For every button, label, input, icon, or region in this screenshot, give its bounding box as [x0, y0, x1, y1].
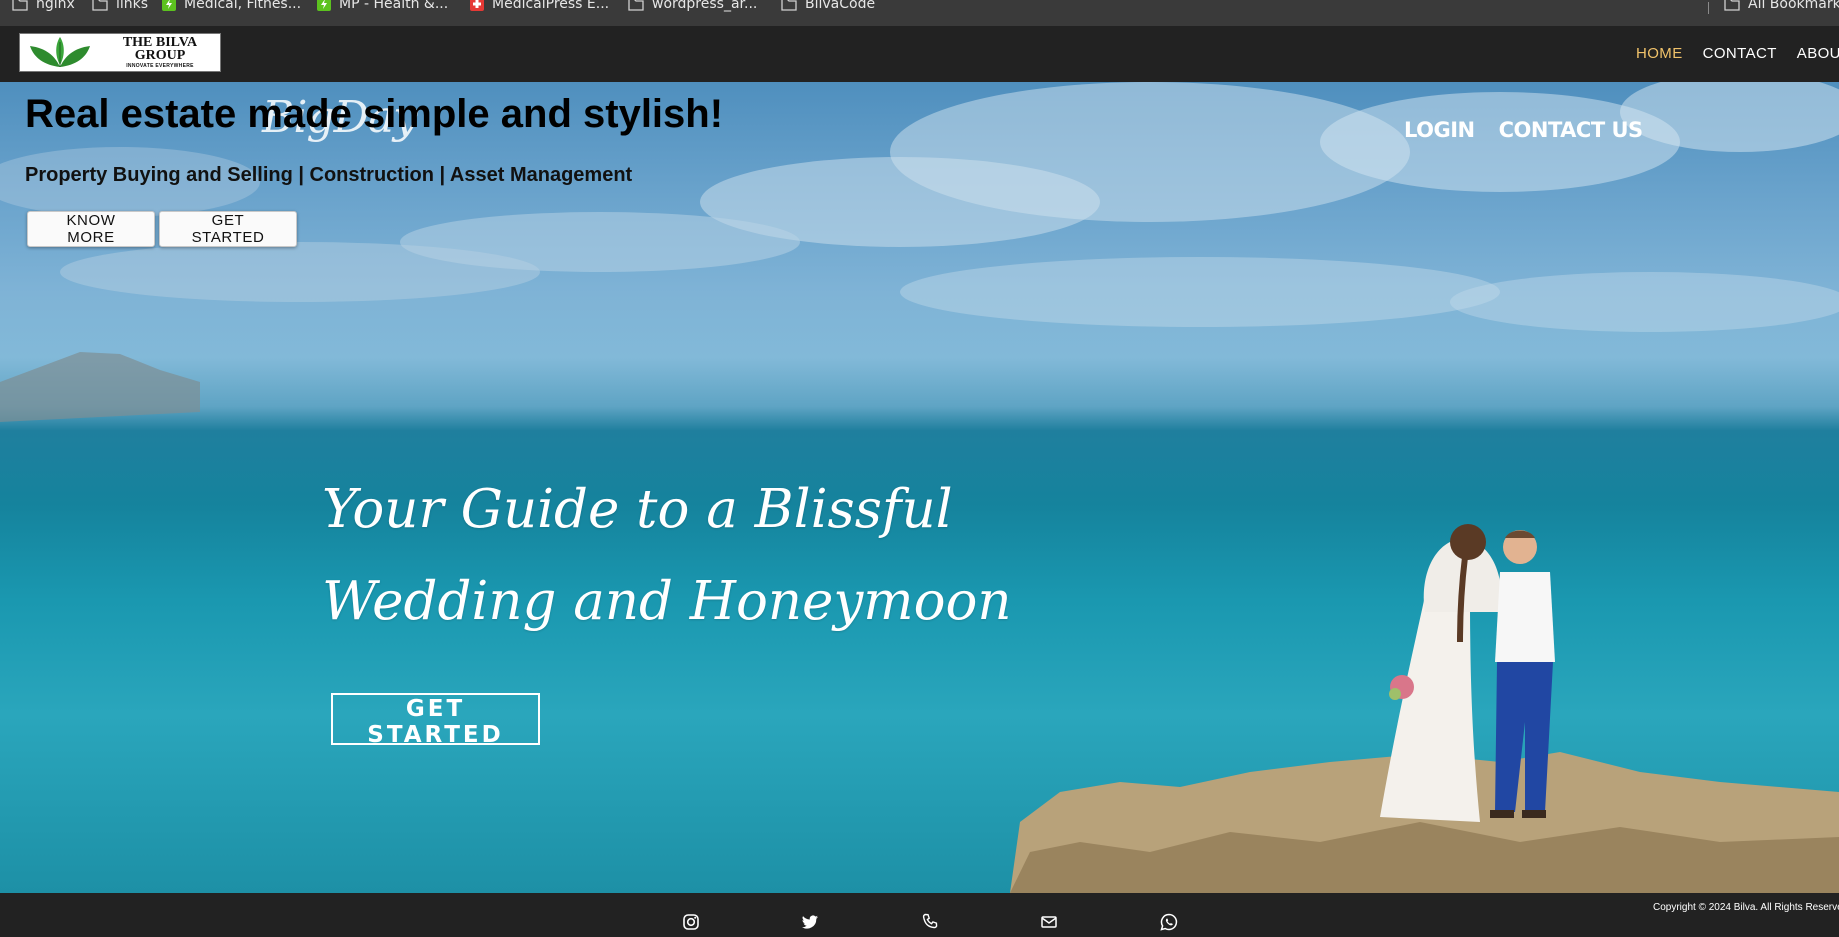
- instagram-icon[interactable]: [681, 912, 701, 932]
- nav-home[interactable]: HOME: [1636, 45, 1683, 62]
- bilva-logo[interactable]: THE BILVA GROUP INNOVATE EVERYWHERE: [19, 33, 221, 72]
- folder-icon: [628, 0, 644, 11]
- tagline-line2: Wedding and Honeymoon: [322, 571, 1012, 632]
- mail-icon[interactable]: [1039, 912, 1059, 932]
- red-cross-icon: [470, 0, 484, 11]
- logo-tagline: INNOVATE EVERYWHERE: [126, 63, 194, 69]
- bookmark-bilvacode[interactable]: BilvaCode: [781, 0, 875, 12]
- bookmark-mp-health[interactable]: MP - Health &...: [317, 0, 448, 12]
- nav-about[interactable]: ABOUT: [1797, 45, 1839, 62]
- bookmark-nginx[interactable]: nginx: [12, 0, 75, 12]
- bookmark-medicalpress[interactable]: MedicalPress E...: [470, 0, 609, 12]
- main-nav: HOME CONTACT ABOUT: [1636, 45, 1839, 62]
- get-started-button[interactable]: GET STARTED: [159, 211, 297, 247]
- folder-icon: [92, 0, 108, 11]
- logo-text: THE BILVA GROUP INNOVATE EVERYWHERE: [100, 36, 220, 69]
- hero-section: BigDay LOGIN CONTACT US Real estate made…: [0, 82, 1839, 893]
- nav-contact[interactable]: CONTACT: [1703, 45, 1777, 62]
- bookmark-label: BilvaCode: [805, 0, 876, 12]
- embedded-contact-link[interactable]: CONTACT US: [1499, 118, 1644, 142]
- hero-tagline: Your Guide to a Blissful Wedding and Hon…: [322, 464, 1012, 648]
- bookmark-label: wordpress_ar...: [652, 0, 758, 12]
- bookmarks-bar: nginx links Medical, Fitnes... MP - Heal…: [0, 0, 1839, 26]
- embedded-login-link[interactable]: LOGIN: [1404, 118, 1475, 142]
- bookmark-label: nginx: [36, 0, 75, 12]
- whatsapp-icon[interactable]: [1159, 912, 1179, 932]
- bookmarks-divider: [1708, 2, 1709, 14]
- bookmark-label: Medical, Fitnes...: [184, 0, 302, 12]
- copyright-text: Copyright © 2024 Bilva. All Rights Reser…: [1653, 902, 1839, 913]
- folder-icon: [12, 0, 28, 11]
- hero-cta-button[interactable]: GET STARTED: [331, 693, 540, 748]
- hero-subtitle: Property Buying and Selling | Constructi…: [25, 164, 633, 186]
- bookmark-label: MedicalPress E...: [492, 0, 610, 12]
- site-header: THE BILVA GROUP INNOVATE EVERYWHERE HOME…: [0, 26, 1839, 83]
- bookmark-medical-fitness[interactable]: Medical, Fitnes...: [162, 0, 301, 12]
- all-bookmarks-label: All Bookmarks: [1748, 0, 1839, 12]
- green-bookmark-icon: [317, 0, 331, 11]
- site-footer: Copyright © 2024 Bilva. All Rights Reser…: [0, 893, 1839, 937]
- tagline-line1: Your Guide to a Blissful: [322, 479, 953, 540]
- leaves-icon: [30, 37, 90, 67]
- hero-title: Real estate made simple and stylish!: [25, 92, 724, 136]
- bookmark-label: MP - Health &...: [339, 0, 449, 12]
- all-bookmarks[interactable]: All Bookmarks: [1724, 0, 1839, 12]
- bookmark-wordpress[interactable]: wordpress_ar...: [628, 0, 757, 12]
- folder-icon: [781, 0, 797, 11]
- twitter-icon[interactable]: [800, 912, 820, 932]
- embedded-nav: LOGIN CONTACT US: [1404, 118, 1643, 142]
- bookmark-links[interactable]: links: [92, 0, 148, 12]
- logo-name-line2: GROUP: [134, 48, 186, 63]
- bookmark-label: links: [116, 0, 149, 12]
- phone-icon[interactable]: [920, 912, 940, 932]
- know-more-button[interactable]: KNOW MORE: [27, 211, 155, 247]
- folder-icon: [1724, 0, 1740, 11]
- green-bookmark-icon: [162, 0, 176, 11]
